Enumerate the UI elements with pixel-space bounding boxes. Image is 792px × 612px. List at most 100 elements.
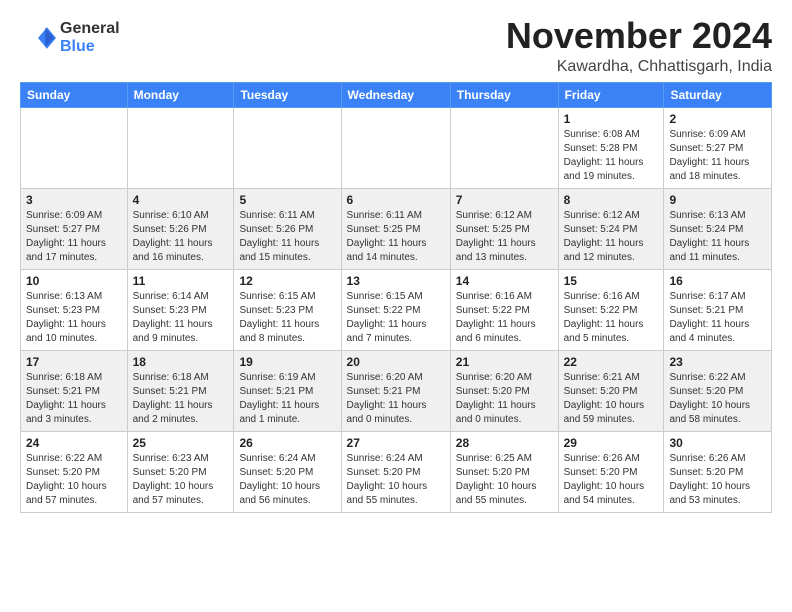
calendar-cell: 16 Sunrise: 6:17 AM Sunset: 5:21 PM Dayli… (664, 269, 772, 350)
day-detail: Sunrise: 6:10 AM Sunset: 5:26 PM Dayligh… (133, 209, 229, 265)
day-detail: Sunrise: 6:20 AM Sunset: 5:20 PM Dayligh… (456, 371, 553, 427)
day-detail: Sunrise: 6:09 AM Sunset: 5:27 PM Dayligh… (26, 209, 122, 265)
calendar-cell: 4 Sunrise: 6:10 AM Sunset: 5:26 PM Daylig… (127, 188, 234, 269)
day-detail: Sunrise: 6:25 AM Sunset: 5:20 PM Dayligh… (456, 452, 553, 508)
calendar-cell: 3 Sunrise: 6:09 AM Sunset: 5:27 PM Daylig… (21, 188, 128, 269)
day-number: 14 (456, 274, 553, 288)
calendar-cell: 12 Sunrise: 6:15 AM Sunset: 5:23 PM Dayli… (234, 269, 341, 350)
day-number: 20 (347, 355, 445, 369)
day-header-monday: Monday (127, 82, 234, 107)
day-header-wednesday: Wednesday (341, 82, 450, 107)
day-detail: Sunrise: 6:16 AM Sunset: 5:22 PM Dayligh… (456, 290, 553, 346)
calendar-cell: 25 Sunrise: 6:23 AM Sunset: 5:20 PM Dayli… (127, 431, 234, 512)
day-detail: Sunrise: 6:14 AM Sunset: 5:23 PM Dayligh… (133, 290, 229, 346)
day-number: 8 (564, 193, 659, 207)
calendar-cell: 22Sunrise: 6:21 AM Sunset: 5:20 PM Dayli… (558, 350, 664, 431)
calendar-cell: 6 Sunrise: 6:11 AM Sunset: 5:25 PM Daylig… (341, 188, 450, 269)
day-number: 17 (26, 355, 122, 369)
day-number: 25 (133, 436, 229, 450)
day-detail: Sunrise: 6:22 AM Sunset: 5:20 PM Dayligh… (26, 452, 122, 508)
calendar: SundayMondayTuesdayWednesdayThursdayFrid… (20, 82, 772, 513)
day-detail: Sunrise: 6:24 AM Sunset: 5:20 PM Dayligh… (347, 452, 445, 508)
day-number: 13 (347, 274, 445, 288)
calendar-cell: 2 Sunrise: 6:09 AM Sunset: 5:27 PM Daylig… (664, 107, 772, 188)
calendar-cell: 13 Sunrise: 6:15 AM Sunset: 5:22 PM Dayli… (341, 269, 450, 350)
day-detail: Sunrise: 6:24 AM Sunset: 5:20 PM Dayligh… (239, 452, 335, 508)
calendar-cell: 10 Sunrise: 6:13 AM Sunset: 5:23 PM Dayli… (21, 269, 128, 350)
calendar-cell (127, 107, 234, 188)
calendar-cell: 5 Sunrise: 6:11 AM Sunset: 5:26 PM Daylig… (234, 188, 341, 269)
day-detail: Sunrise: 6:12 AM Sunset: 5:24 PM Dayligh… (564, 209, 659, 265)
logo-icon (20, 20, 56, 56)
day-number: 4 (133, 193, 229, 207)
page-container: General Blue November 2024 Kawardha, Chh… (0, 0, 792, 529)
day-number: 3 (26, 193, 122, 207)
calendar-cell (450, 107, 558, 188)
calendar-header-row: SundayMondayTuesdayWednesdayThursdayFrid… (21, 82, 772, 107)
day-detail: Sunrise: 6:21 AM Sunset: 5:20 PM Dayligh… (564, 371, 659, 427)
day-detail: Sunrise: 6:20 AM Sunset: 5:21 PM Dayligh… (347, 371, 445, 427)
day-number: 15 (564, 274, 659, 288)
day-detail: Sunrise: 6:15 AM Sunset: 5:22 PM Dayligh… (347, 290, 445, 346)
calendar-cell: 1Sunrise: 6:08 AM Sunset: 5:28 PM Daylig… (558, 107, 664, 188)
calendar-cell: 17Sunrise: 6:18 AM Sunset: 5:21 PM Dayli… (21, 350, 128, 431)
day-number: 26 (239, 436, 335, 450)
day-number: 28 (456, 436, 553, 450)
logo-text: General Blue (60, 20, 120, 55)
day-number: 16 (669, 274, 766, 288)
day-number: 29 (564, 436, 659, 450)
calendar-cell: 11 Sunrise: 6:14 AM Sunset: 5:23 PM Dayli… (127, 269, 234, 350)
location-title: Kawardha, Chhattisgarh, India (506, 58, 772, 76)
calendar-cell: 23Sunrise: 6:22 AM Sunset: 5:20 PM Dayli… (664, 350, 772, 431)
day-number: 12 (239, 274, 335, 288)
logo-general: General (60, 20, 120, 38)
day-detail: Sunrise: 6:17 AM Sunset: 5:21 PM Dayligh… (669, 290, 766, 346)
calendar-cell (234, 107, 341, 188)
calendar-cell: 28 Sunrise: 6:25 AM Sunset: 5:20 PM Dayli… (450, 431, 558, 512)
week-row-3: 10 Sunrise: 6:13 AM Sunset: 5:23 PM Dayli… (21, 269, 772, 350)
week-row-5: 24 Sunrise: 6:22 AM Sunset: 5:20 PM Dayli… (21, 431, 772, 512)
day-header-tuesday: Tuesday (234, 82, 341, 107)
day-detail: Sunrise: 6:19 AM Sunset: 5:21 PM Dayligh… (239, 371, 335, 427)
week-row-4: 17 Sunrise: 6:18 AM Sunset: 5:21 PM Dayli… (21, 350, 772, 431)
day-detail: Sunrise: 6:11 AM Sunset: 5:26 PM Dayligh… (239, 209, 335, 265)
calendar-cell: 26 Sunrise: 6:24 AM Sunset: 5:20 PM Dayli… (234, 431, 341, 512)
calendar-cell: 8 Sunrise: 6:12 AM Sunset: 5:24 PM Daylig… (558, 188, 664, 269)
day-detail: Sunrise: 6:22 AM Sunset: 5:20 PM Dayligh… (669, 371, 766, 427)
calendar-cell (341, 107, 450, 188)
day-number: 11 (133, 274, 229, 288)
day-number: 10 (26, 274, 122, 288)
day-number: 21 (456, 355, 553, 369)
day-header-friday: Friday (558, 82, 664, 107)
calendar-cell: 7 Sunrise: 6:12 AM Sunset: 5:25 PM Daylig… (450, 188, 558, 269)
logo: General Blue (20, 20, 120, 56)
day-number: 7 (456, 193, 553, 207)
header: General Blue November 2024 Kawardha, Chh… (20, 16, 772, 76)
day-detail: Sunrise: 6:12 AM Sunset: 5:25 PM Dayligh… (456, 209, 553, 265)
day-detail: Sunrise: 6:09 AM Sunset: 5:27 PM Dayligh… (669, 128, 766, 184)
day-detail: Sunrise: 6:26 AM Sunset: 5:20 PM Dayligh… (564, 452, 659, 508)
day-detail: Sunrise: 6:13 AM Sunset: 5:24 PM Dayligh… (669, 209, 766, 265)
day-detail: Sunrise: 6:26 AM Sunset: 5:20 PM Dayligh… (669, 452, 766, 508)
day-number: 2 (669, 112, 766, 126)
calendar-cell: 29 Sunrise: 6:26 AM Sunset: 5:20 PM Dayli… (558, 431, 664, 512)
day-detail: Sunrise: 6:11 AM Sunset: 5:25 PM Dayligh… (347, 209, 445, 265)
day-number: 5 (239, 193, 335, 207)
title-block: November 2024 Kawardha, Chhattisgarh, In… (506, 16, 772, 76)
week-row-2: 3 Sunrise: 6:09 AM Sunset: 5:27 PM Daylig… (21, 188, 772, 269)
day-number: 27 (347, 436, 445, 450)
calendar-cell: 19Sunrise: 6:19 AM Sunset: 5:21 PM Dayli… (234, 350, 341, 431)
day-detail: Sunrise: 6:15 AM Sunset: 5:23 PM Dayligh… (239, 290, 335, 346)
day-detail: Sunrise: 6:13 AM Sunset: 5:23 PM Dayligh… (26, 290, 122, 346)
calendar-cell: 21 Sunrise: 6:20 AM Sunset: 5:20 PM Dayli… (450, 350, 558, 431)
day-detail: Sunrise: 6:23 AM Sunset: 5:20 PM Dayligh… (133, 452, 229, 508)
day-detail: Sunrise: 6:18 AM Sunset: 5:21 PM Dayligh… (133, 371, 229, 427)
calendar-cell: 30Sunrise: 6:26 AM Sunset: 5:20 PM Dayli… (664, 431, 772, 512)
logo-blue: Blue (60, 38, 120, 56)
day-number: 24 (26, 436, 122, 450)
day-header-thursday: Thursday (450, 82, 558, 107)
month-title: November 2024 (506, 16, 772, 56)
week-row-1: 1Sunrise: 6:08 AM Sunset: 5:28 PM Daylig… (21, 107, 772, 188)
calendar-cell: 9Sunrise: 6:13 AM Sunset: 5:24 PM Daylig… (664, 188, 772, 269)
day-number: 6 (347, 193, 445, 207)
